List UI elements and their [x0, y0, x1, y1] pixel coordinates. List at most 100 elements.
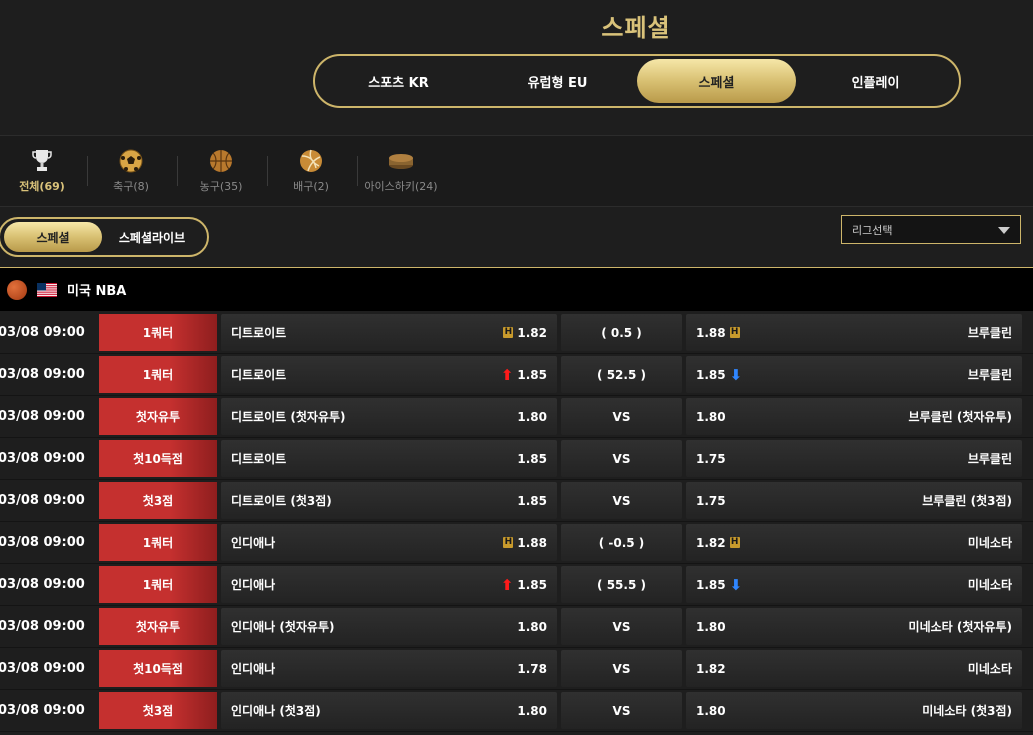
home-odds-button[interactable]: 디트로이트 (첫3점) 1.85: [221, 482, 557, 519]
home-odds-button[interactable]: 디트로이트 H 1.82: [221, 314, 557, 351]
line-value: VS: [561, 650, 682, 687]
home-team-name: 디트로이트: [231, 326, 287, 340]
line-value: VS: [561, 482, 682, 519]
away-team-name: 미네소타: [967, 662, 1012, 676]
away-odds-button[interactable]: 1.75 브루클린: [686, 440, 1022, 477]
bet-type-badge: 첫자유투: [99, 398, 217, 435]
bet-type-badge: 1쿼터: [99, 314, 217, 351]
home-odds-button[interactable]: 인디애나 ⬆ 1.85: [221, 566, 557, 603]
chevron-down-icon: [998, 227, 1010, 234]
page-title: 스페셜: [601, 14, 671, 42]
tab-special[interactable]: 스페셜: [637, 59, 796, 103]
match-time: 03/08 09:00: [0, 493, 85, 508]
match-row: 03/08 09:00 1쿼터 디트로이트 H 1.82( 0.5 ) 1.88 H 브루클린: [0, 312, 1033, 354]
away-odds-value: 1.82: [696, 661, 726, 676]
home-odds-button[interactable]: 인디애나 H 1.88: [221, 524, 557, 561]
home-odds-button[interactable]: 디트로이트 (첫자유투) 1.80: [221, 398, 557, 435]
away-odds-button[interactable]: 1.80 미네소타 (첫자유투): [686, 608, 1022, 645]
away-team-name: 브루클린: [967, 368, 1012, 382]
away-odds-button[interactable]: 1.88 H 브루클린: [686, 314, 1022, 351]
away-team-name: 브루클린: [967, 452, 1012, 466]
trophy-icon: [2, 148, 82, 174]
match-time: 03/08 09:00: [0, 535, 85, 550]
match-list: 03/08 09:00 1쿼터 디트로이트 H 1.82( 0.5 ) 1.88 H 브루클린…: [0, 312, 1033, 732]
match-row: 03/08 09:00 첫10득점 디트로이트 1.85 VS 1.75 브루클린: [0, 438, 1033, 480]
away-odds-button[interactable]: 1.80 브루클린 (첫자유투): [686, 398, 1022, 435]
special-sub-tabs: 스페셜 스페셜라이브: [0, 217, 209, 257]
home-odds-value: 1.80: [517, 619, 547, 634]
tab-special-prematch[interactable]: 스페셜: [4, 222, 102, 252]
home-team-name: 디트로이트: [231, 368, 287, 382]
divider: [87, 156, 88, 186]
home-odds-value: 1.82: [517, 325, 547, 340]
away-odds-button[interactable]: 1.82 미네소타: [686, 650, 1022, 687]
sport-filter-volleyball[interactable]: 배구(2): [271, 148, 351, 194]
away-odds-value: 1.75: [696, 451, 726, 466]
home-odds-button[interactable]: 인디애나 1.78: [221, 650, 557, 687]
home-odds-value: 1.80: [517, 703, 547, 718]
away-odds-value: 1.82: [696, 535, 726, 550]
line-value: ( -0.5 ): [561, 524, 682, 561]
handicap-icon: H: [503, 537, 514, 548]
home-odds-value: 1.85: [517, 451, 547, 466]
home-team-name: 디트로이트: [231, 452, 287, 466]
home-odds-value: 1.78: [517, 661, 547, 676]
sport-filter-soccer[interactable]: 축구(8): [91, 148, 171, 194]
line-value: ( 52.5 ): [561, 356, 682, 393]
away-odds-value: 1.80: [696, 619, 726, 634]
league-select-label: 리그선택: [852, 223, 893, 237]
league-select-dropdown[interactable]: 리그선택: [841, 215, 1021, 244]
match-row: 03/08 09:00 첫10득점 인디애나 1.78 VS 1.82 미네소타: [0, 648, 1033, 690]
away-odds-button[interactable]: 1.75 브루클린 (첫3점): [686, 482, 1022, 519]
match-row: 03/08 09:00 첫자유투 디트로이트 (첫자유투) 1.80 VS 1.80 브루클…: [0, 396, 1033, 438]
handicap-icon: H: [503, 327, 514, 338]
tab-inplay[interactable]: 인플레이: [796, 59, 955, 103]
sport-filter-label: 배구(2): [293, 180, 329, 193]
match-row: 03/08 09:00 1쿼터 인디애나 H 1.88( -0.5 ) 1.82 H 미네소타: [0, 522, 1033, 564]
away-odds-value: 1.80: [696, 703, 726, 718]
sport-filter-bar: 전체(69) 축구(8) 농구(35) 배구(2) 아이스하키(24): [0, 135, 1033, 207]
away-odds-value: 1.88: [696, 325, 726, 340]
line-value: VS: [561, 692, 682, 729]
volleyball-icon: [271, 148, 351, 174]
away-team-name: 브루클린 (첫자유투): [908, 410, 1012, 424]
match-time: 03/08 09:00: [0, 577, 85, 592]
tab-european-eu[interactable]: 유럽형 EU: [478, 59, 637, 103]
away-odds-button[interactable]: 1.85 ⬇ 브루클린: [686, 356, 1022, 393]
home-odds-button[interactable]: 디트로이트 ⬆ 1.85: [221, 356, 557, 393]
home-odds-value: 1.85: [517, 577, 547, 592]
match-time: 03/08 09:00: [0, 451, 85, 466]
basketball-icon: [181, 148, 261, 174]
away-odds-value: 1.85: [696, 577, 726, 592]
market-tabs: 스포츠 KR 유럽형 EU 스페셜 인플레이: [313, 54, 961, 108]
sport-filter-label: 농구(35): [199, 180, 243, 193]
soccer-ball-icon: [91, 148, 171, 174]
home-odds-button[interactable]: 디트로이트 1.85: [221, 440, 557, 477]
arrow-up-icon: ⬆: [500, 575, 514, 594]
sport-filter-icehockey[interactable]: 아이스하키(24): [361, 148, 441, 194]
away-odds-button[interactable]: 1.82 H 미네소타: [686, 524, 1022, 561]
home-odds-value: 1.85: [517, 367, 547, 382]
tab-special-live[interactable]: 스페셜라이브: [102, 222, 202, 252]
away-odds-value: 1.80: [696, 409, 726, 424]
match-row: 03/08 09:00 첫자유투 인디애나 (첫자유투) 1.80 VS 1.80 미네소타…: [0, 606, 1033, 648]
basketball-icon: [7, 279, 27, 300]
divider: [357, 156, 358, 186]
sport-filter-all[interactable]: 전체(69): [2, 148, 82, 194]
tab-sports-kr[interactable]: 스포츠 KR: [319, 59, 478, 103]
sport-filter-basketball[interactable]: 농구(35): [181, 148, 261, 194]
divider: [177, 156, 178, 186]
line-value: VS: [561, 440, 682, 477]
league-header: 미국 NBA: [0, 267, 1033, 311]
home-team-name: 인디애나: [231, 578, 276, 592]
home-odds-button[interactable]: 인디애나 (첫3점) 1.80: [221, 692, 557, 729]
us-flag-icon: [37, 282, 57, 297]
match-row: 03/08 09:00 첫3점 디트로이트 (첫3점) 1.85 VS 1.75 브루클린 …: [0, 480, 1033, 522]
away-odds-button[interactable]: 1.85 ⬇ 미네소타: [686, 566, 1022, 603]
away-team-name: 브루클린: [967, 326, 1012, 340]
bet-type-badge: 1쿼터: [99, 566, 217, 603]
bet-type-badge: 첫자유투: [99, 608, 217, 645]
home-odds-button[interactable]: 인디애나 (첫자유투) 1.80: [221, 608, 557, 645]
home-team-name: 디트로이트 (첫자유투): [231, 410, 346, 424]
away-odds-button[interactable]: 1.80 미네소타 (첫3점): [686, 692, 1022, 729]
